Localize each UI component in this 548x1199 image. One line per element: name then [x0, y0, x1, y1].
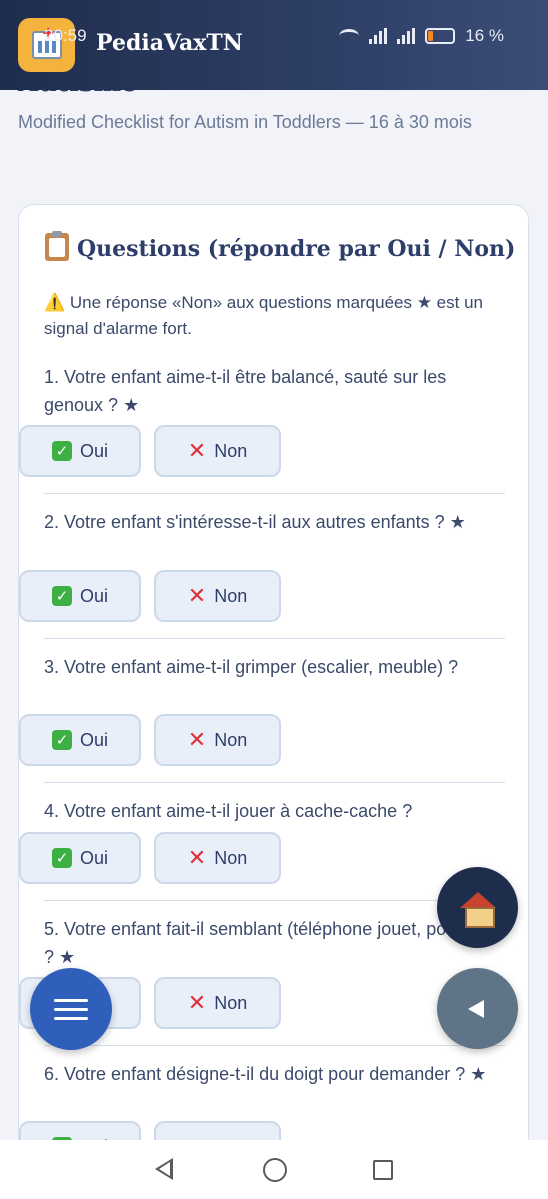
battery-icon: [425, 28, 456, 44]
question-text: 6. Votre enfant désigne-t-il du doigt po…: [44, 1064, 487, 1084]
question-6: 6. Votre enfant désigne-t-il du doigt po…: [44, 1060, 505, 1088]
system-nav-bar: [0, 1140, 548, 1199]
no-button[interactable]: ✕ Non: [154, 714, 281, 766]
no-label: Non: [214, 729, 248, 750]
divider: [44, 1045, 505, 1046]
yes-label: Oui: [79, 585, 108, 606]
nav-back-button[interactable]: [155, 1157, 177, 1182]
question-text: 5. Votre enfant fait-il semblant (téléph…: [44, 919, 493, 967]
cross-icon: ✕: [187, 727, 207, 753]
back-button[interactable]: [437, 968, 518, 1049]
no-label: Non: [214, 440, 248, 461]
check-icon: ✓: [51, 848, 72, 868]
answer-group-3: ✓ Oui ✕ Non: [19, 714, 480, 766]
no-label: Non: [214, 585, 248, 606]
yes-label: Oui: [79, 440, 108, 461]
menu-button[interactable]: [30, 968, 112, 1050]
cross-icon: ✕: [187, 583, 207, 609]
no-label: Non: [214, 847, 248, 868]
check-icon: ✓: [51, 586, 72, 606]
question-4: 4. Votre enfant aime-t-il jouer à cache-…: [44, 797, 505, 825]
page-subtitle: Modified Checklist for Autism in Toddler…: [18, 112, 472, 132]
wifi-icon: [339, 29, 360, 43]
signal-icon: [369, 28, 388, 44]
card-title: Questions (répondre par Oui / Non): [45, 231, 516, 262]
questions-card: Questions (répondre par Oui / Non) ⚠️ Un…: [18, 204, 529, 1199]
question-5: 5. Votre enfant fait-il semblant (téléph…: [44, 915, 505, 971]
back-arrow-icon: [467, 999, 484, 1018]
home-button[interactable]: [437, 867, 518, 948]
divider: [44, 782, 505, 783]
no-label: Non: [214, 992, 248, 1013]
nav-home-button[interactable]: [263, 1157, 287, 1182]
check-icon: ✓: [51, 441, 72, 461]
question-2: 2. Votre enfant s'intéresse-t-il aux aut…: [44, 508, 505, 536]
cross-icon: ✕: [187, 845, 207, 871]
yes-label: Oui: [79, 847, 108, 868]
cross-icon: ✕: [187, 438, 207, 464]
question-1: 1. Votre enfant aime-t-il être balancé, …: [44, 363, 505, 419]
question-text: 3. Votre enfant aime-t-il grimper (escal…: [44, 657, 459, 677]
nav-back-icon: [155, 1157, 173, 1180]
yes-button[interactable]: ✓ Oui: [19, 570, 141, 622]
yes-button[interactable]: ✓ Oui: [19, 832, 141, 884]
question-text: 1. Votre enfant aime-t-il être balancé, …: [44, 367, 447, 415]
nav-recents-button[interactable]: [373, 1159, 393, 1180]
answer-group-1: ✓ Oui ✕ Non: [19, 425, 480, 477]
question-3: 3. Votre enfant aime-t-il grimper (escal…: [44, 653, 505, 681]
card-title-text: Questions (répondre par Oui / Non): [77, 236, 516, 262]
house-icon: [459, 891, 497, 928]
answer-group-4: ✓ Oui ✕ Non: [19, 832, 480, 884]
no-button[interactable]: ✕ Non: [154, 425, 281, 477]
question-text: 2. Votre enfant s'intéresse-t-il aux aut…: [44, 512, 466, 532]
yes-label: Oui: [79, 729, 108, 750]
menu-icon: [54, 993, 88, 1026]
signal-icon: [397, 28, 416, 44]
yes-button[interactable]: ✓ Oui: [19, 714, 141, 766]
cross-icon: ✕: [187, 990, 207, 1016]
app-name: PediaVaxTN: [96, 30, 243, 56]
divider: [44, 900, 505, 901]
app-header: 20:59 PediaVaxTN 16 %: [0, 0, 548, 90]
no-button[interactable]: ✕ Non: [154, 832, 281, 884]
status-icons: 16 %: [339, 26, 504, 46]
warning-text: ⚠️ Une réponse «Non» aux questions marqu…: [44, 293, 483, 338]
clipboard-icon: [45, 231, 69, 261]
no-button[interactable]: ✕ Non: [154, 977, 281, 1029]
battery-level: 16 %: [465, 26, 504, 45]
no-button[interactable]: ✕ Non: [154, 570, 281, 622]
question-text: 4. Votre enfant aime-t-il jouer à cache-…: [44, 801, 413, 821]
check-icon: ✓: [51, 730, 72, 750]
status-time: 20:59: [44, 26, 87, 45]
yes-button[interactable]: ✓ Oui: [19, 425, 141, 477]
divider: [44, 493, 505, 494]
divider: [44, 638, 505, 639]
answer-group-2: ✓ Oui ✕ Non: [19, 570, 480, 622]
